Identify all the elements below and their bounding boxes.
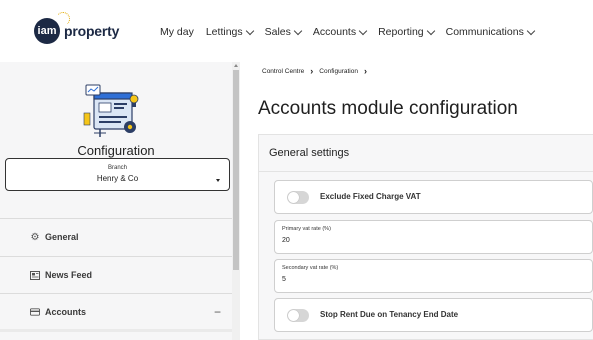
nav-my-day[interactable]: My day <box>160 26 194 38</box>
sidebar-item-label: News Feed <box>45 270 93 280</box>
primary-vat-rate-label: Primary vat rate (%) <box>282 226 331 232</box>
chevron-down-icon <box>526 26 536 35</box>
sidebar-item-label: General <box>45 232 79 242</box>
card-title: General settings <box>269 147 350 159</box>
logo-badge-text: iam <box>37 25 57 37</box>
toggle-knob <box>288 192 299 203</box>
logo-dots-decoration <box>56 12 70 26</box>
sidebar-scrollbar-thumb[interactable] <box>233 70 239 270</box>
nav-label: Reporting <box>378 26 424 38</box>
logo-wordmark: property <box>64 23 120 39</box>
breadcrumb: Control Centre › Configuration › <box>262 66 373 76</box>
scroll-up-arrow-icon[interactable] <box>234 64 238 67</box>
dropdown-caret-icon <box>216 179 220 182</box>
nav-reporting[interactable]: Reporting <box>378 26 435 38</box>
branch-select-label: Branch <box>107 165 127 171</box>
secondary-vat-rate-value[interactable]: 5 <box>282 276 286 283</box>
chevron-down-icon <box>293 26 303 35</box>
chevron-down-icon <box>358 26 368 35</box>
sidebar-item-label: Accounts <box>45 307 87 317</box>
sidebar-title: Configuration <box>77 143 155 158</box>
breadcrumb-control-centre[interactable]: Control Centre <box>262 68 304 75</box>
nav-accounts[interactable]: Accounts <box>312 26 368 38</box>
stop-rent-due-toggle[interactable] <box>287 309 309 322</box>
exclude-fixed-charge-vat-row: Exclude Fixed Charge VAT <box>274 180 593 214</box>
newspaper-icon <box>30 270 40 280</box>
nav-lettings[interactable]: Lettings <box>205 26 254 38</box>
branch-select-value: Henry & Co <box>96 174 139 183</box>
nav-sales[interactable]: Sales <box>264 26 303 38</box>
breadcrumb-separator-icon: › <box>363 66 367 76</box>
main-nav: My day Lettings Sales Accounts Reporting… <box>160 26 546 38</box>
secondary-vat-rate-field[interactable]: Secondary vat rate (%) 5 <box>274 259 593 293</box>
gear-icon: ⚙ <box>30 231 40 243</box>
exclude-fixed-charge-vat-toggle[interactable] <box>287 191 309 204</box>
credit-card-icon <box>30 307 40 317</box>
breadcrumb-configuration[interactable]: Configuration <box>319 68 358 75</box>
nav-label: My day <box>160 26 194 38</box>
sidebar-item-general[interactable]: ⚙ General <box>0 219 232 255</box>
exclude-fixed-charge-vat-label: Exclude Fixed Charge VAT <box>320 192 421 201</box>
primary-vat-rate-value[interactable]: 20 <box>282 237 290 244</box>
primary-vat-rate-field[interactable]: Primary vat rate (%) 20 <box>274 220 593 254</box>
stop-rent-due-row: Stop Rent Due on Tenancy End Date <box>274 298 593 332</box>
page-title: Accounts module configuration <box>258 98 518 119</box>
sidebar-item-news-feed[interactable]: News Feed <box>0 257 232 293</box>
collapse-minus-icon[interactable]: − <box>214 305 221 319</box>
branch-select[interactable]: Branch Henry & Co <box>5 158 230 191</box>
toggle-knob <box>288 310 299 321</box>
secondary-vat-rate-label: Secondary vat rate (%) <box>282 265 339 271</box>
nav-label: Accounts <box>312 26 357 38</box>
nav-label: Communications <box>445 26 524 38</box>
nav-label: Sales <box>264 26 291 38</box>
chevron-down-icon <box>426 26 435 35</box>
iam-property-logo[interactable]: iam property <box>34 12 120 44</box>
nav-label: Lettings <box>205 26 243 38</box>
top-navigation-bar: iam property My day Lettings Sales Accou… <box>0 0 593 62</box>
configuration-illustration-icon <box>83 84 139 137</box>
sidebar-item-accounts[interactable]: Accounts − <box>0 294 232 330</box>
nav-communications[interactable]: Communications <box>445 26 536 38</box>
chevron-down-icon <box>245 26 254 35</box>
breadcrumb-separator-icon: › <box>310 66 314 76</box>
accounts-submenu-edge <box>0 329 232 332</box>
card-divider <box>258 171 593 172</box>
stop-rent-due-label: Stop Rent Due on Tenancy End Date <box>320 310 459 319</box>
